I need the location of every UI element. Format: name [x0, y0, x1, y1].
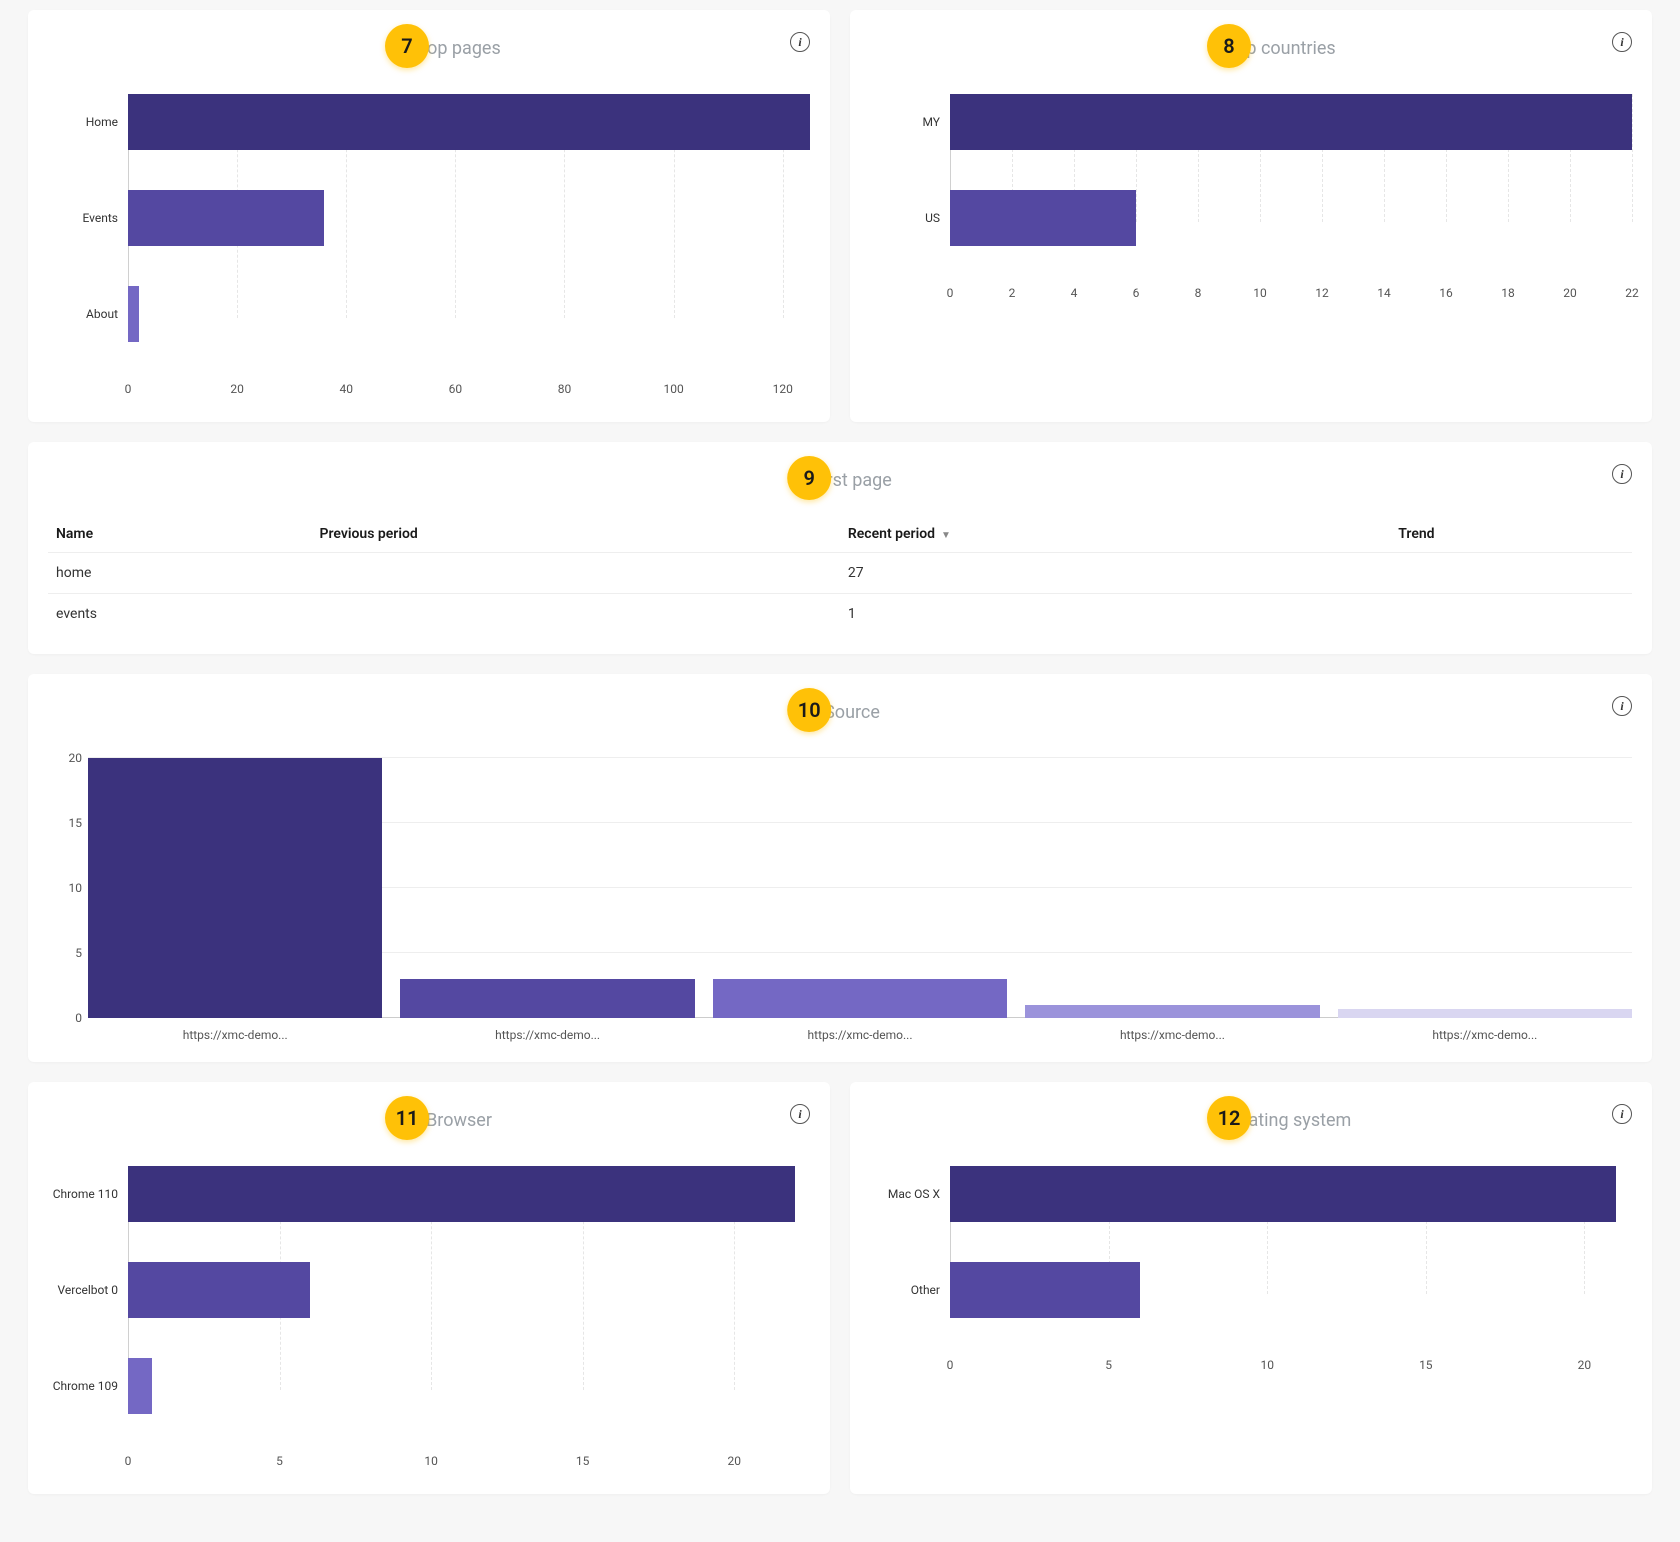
bar[interactable]	[128, 1358, 152, 1414]
panel-top-pages: 7 Top pages i Home Events About 0 20 40 60 80 10…	[28, 10, 830, 422]
axis-tick-label: 20	[727, 1454, 741, 1468]
axis-category-label: Chrome 110	[48, 1187, 128, 1201]
axis-tick-label: 8	[1195, 286, 1202, 300]
axis-tick-label: 10	[69, 881, 83, 895]
step-badge: 12	[1207, 1096, 1251, 1140]
axis-tick-label: 15	[1419, 1358, 1433, 1372]
table-col-header[interactable]: Name	[48, 516, 312, 553]
panel-first-page: 9 First page i NamePrevious periodRecent…	[28, 442, 1652, 654]
info-icon[interactable]: i	[1612, 32, 1632, 52]
panel-os: 12 Operating system i Mac OS XOther05101…	[850, 1082, 1652, 1494]
info-icon[interactable]: i	[1612, 464, 1632, 484]
axis-tick-label: 4	[1071, 286, 1078, 300]
bar[interactable]	[128, 1166, 795, 1222]
bar[interactable]	[950, 94, 1632, 150]
table-row[interactable]: events1	[48, 594, 1632, 635]
axis-tick-label: 16	[1439, 286, 1453, 300]
axis-tick-label: 0	[125, 382, 132, 396]
axis-tick-label: 5	[276, 1454, 283, 1468]
axis-category-label: Vercelbot 0	[48, 1283, 128, 1297]
chart-os: Mac OS X Other 0 5 10 15 20	[870, 1156, 1632, 1378]
chart-top-countries: MYUS0246810121416182022	[870, 84, 1632, 306]
table-col-header[interactable]: Recent period▼	[840, 516, 1390, 553]
axis-tick-label: 18	[1501, 286, 1515, 300]
step-badge: 8	[1207, 24, 1251, 68]
axis-tick-label: 15	[576, 1454, 590, 1468]
info-icon[interactable]: i	[790, 32, 810, 52]
axis-tick-label: 6	[1133, 286, 1140, 300]
axis-tick-label: 14	[1377, 286, 1391, 300]
axis-tick-label: 5	[1105, 1358, 1112, 1372]
axis-tick-label: 20	[1563, 286, 1577, 300]
axis-category-label: Home	[48, 115, 128, 129]
axis-category-label: https://xmc-demo...	[713, 1028, 1007, 1042]
info-icon[interactable]: i	[1612, 1104, 1632, 1124]
axis-tick-label: 22	[1625, 286, 1639, 300]
axis-tick-label: 5	[75, 946, 82, 960]
bar[interactable]	[1338, 1009, 1632, 1018]
bar[interactable]	[713, 979, 1007, 1018]
panel-browser: 11 Browser i Chrome 110Vercelbot 0Chrome…	[28, 1082, 830, 1494]
chart-top-pages: Home Events About 0 20 40 60 80 100 120	[48, 84, 810, 402]
axis-category-label: About	[48, 307, 128, 321]
panel-top-countries: 8 Top countries i MYUS024681012141618202…	[850, 10, 1652, 422]
axis-tick-label: 12	[1315, 286, 1329, 300]
axis-tick-label: 0	[947, 1358, 954, 1372]
axis-category-label: Mac OS X	[870, 1187, 950, 1201]
step-badge: 10	[787, 688, 831, 732]
axis-category-label: Chrome 109	[48, 1379, 128, 1393]
axis-tick-label: 10	[424, 1454, 438, 1468]
bar[interactable]	[128, 190, 324, 246]
bar[interactable]	[950, 1262, 1140, 1318]
axis-tick-label: 0	[947, 286, 954, 300]
bar[interactable]	[128, 286, 139, 342]
axis-tick-label: 15	[69, 816, 83, 830]
axis-tick-label: 20	[230, 382, 244, 396]
step-badge: 11	[385, 1096, 429, 1140]
axis-category-label: Other	[870, 1283, 950, 1297]
first-page-table: NamePrevious periodRecent period▼Trend h…	[48, 516, 1632, 634]
axis-tick-label: 100	[663, 382, 683, 396]
panel-source: 10 Source i 0 5 10 15 20 https://xmc-demo... h…	[28, 674, 1652, 1062]
axis-tick-label: 20	[1578, 1358, 1592, 1372]
bar[interactable]	[1025, 1005, 1319, 1018]
table-row[interactable]: home27	[48, 553, 1632, 594]
step-badge: 7	[385, 24, 429, 68]
axis-tick-label: 10	[1260, 1358, 1274, 1372]
axis-category-label: https://xmc-demo...	[1338, 1028, 1632, 1042]
bar[interactable]	[128, 1262, 310, 1318]
axis-category-label: US	[870, 211, 950, 225]
axis-category-label: https://xmc-demo...	[88, 1028, 382, 1042]
sort-desc-icon: ▼	[941, 530, 951, 541]
info-icon[interactable]: i	[1612, 696, 1632, 716]
bar[interactable]	[88, 758, 382, 1018]
axis-tick-label: 0	[125, 1454, 132, 1468]
table-header-row: NamePrevious periodRecent period▼Trend	[48, 516, 1632, 553]
axis-tick-label: 120	[773, 382, 793, 396]
chart-browser: Chrome 110 Vercelbot 0 Chrome 109 0 5 10 15 20	[48, 1156, 810, 1474]
bar[interactable]	[950, 1166, 1616, 1222]
bar[interactable]	[128, 94, 810, 150]
axis-tick-label: 60	[449, 382, 463, 396]
panel-title: Browser	[426, 1110, 492, 1131]
axis-tick-label: 40	[339, 382, 353, 396]
axis-tick-label: 20	[69, 751, 83, 765]
axis-tick-label: 2	[1009, 286, 1016, 300]
axis-tick-label: 0	[75, 1011, 82, 1025]
axis-category-label: Events	[48, 211, 128, 225]
step-badge: 9	[787, 456, 831, 500]
panel-title: Top pages	[417, 38, 501, 59]
panel-title: Source	[824, 702, 880, 723]
axis-category-label: MY	[870, 115, 950, 129]
axis-tick-label: 10	[1253, 286, 1267, 300]
table-col-header[interactable]: Trend	[1390, 516, 1632, 553]
bar[interactable]	[400, 979, 694, 1018]
axis-category-label: https://xmc-demo...	[400, 1028, 694, 1042]
bar[interactable]	[950, 190, 1136, 246]
table-col-header[interactable]: Previous period	[312, 516, 840, 553]
chart-source: 0 5 10 15 20 https://xmc-demo... https://xmc-d…	[48, 748, 1632, 1042]
axis-category-label: https://xmc-demo...	[1025, 1028, 1319, 1042]
info-icon[interactable]: i	[790, 1104, 810, 1124]
axis-tick-label: 80	[558, 382, 572, 396]
